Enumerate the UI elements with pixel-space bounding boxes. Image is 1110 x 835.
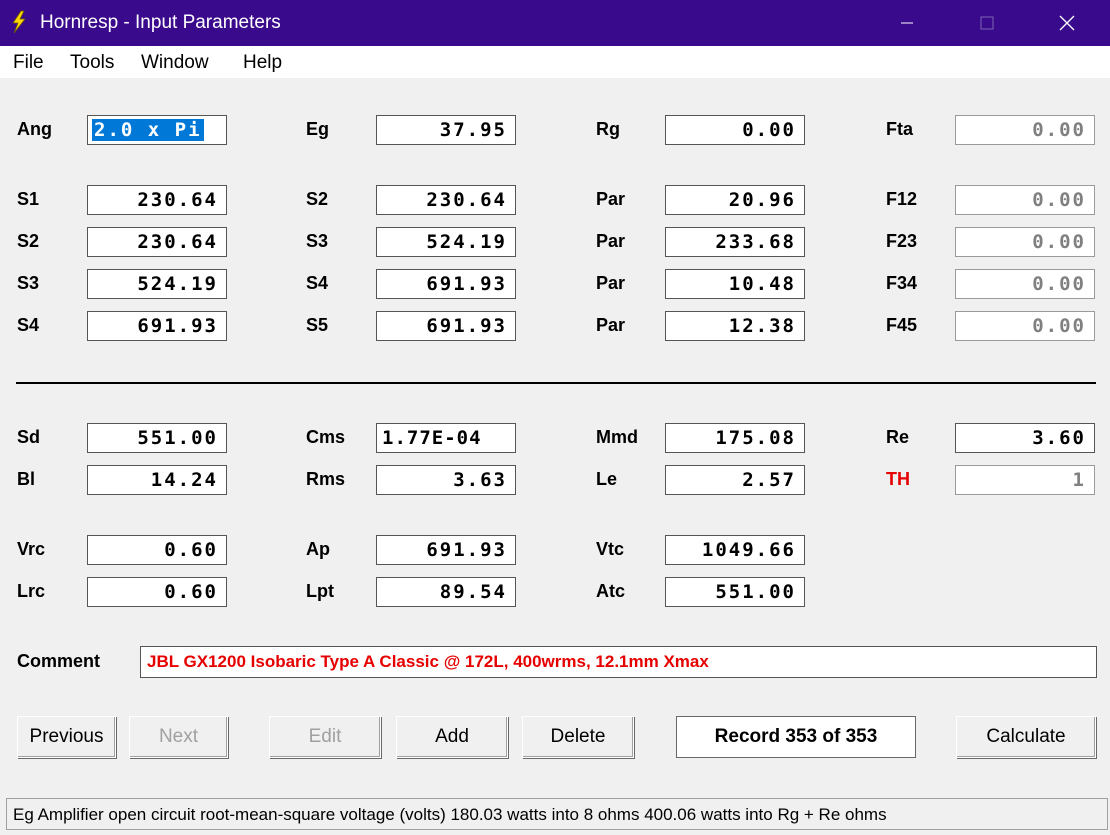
f23-field[interactable]: 0.00	[955, 227, 1095, 257]
par3-label: Par	[596, 273, 626, 293]
f12-label: F12	[886, 189, 918, 209]
s4-row4-field[interactable]: 691.93	[87, 311, 227, 341]
mmd-label: Mmd	[596, 427, 638, 447]
menu-window[interactable]: Window	[141, 52, 209, 74]
f34-label: F34	[886, 273, 918, 293]
atc-field[interactable]: 551.00	[665, 577, 805, 607]
comment-label: Comment	[17, 651, 101, 671]
bl-label: Bl	[17, 469, 35, 489]
s1-label: S1	[17, 189, 40, 209]
s1-field[interactable]: 230.64	[87, 185, 227, 215]
status-bar: Eg Amplifier open circuit root-mean-squa…	[6, 798, 1108, 830]
ang-field[interactable]: 2.0 x Pi	[87, 115, 227, 145]
atc-label: Atc	[596, 581, 626, 601]
edit-button[interactable]: Edit	[269, 716, 381, 758]
eg-field[interactable]: 37.95	[376, 115, 516, 145]
rg-field[interactable]: 0.00	[665, 115, 805, 145]
s5-label: S5	[306, 315, 329, 335]
mmd-field[interactable]: 175.08	[665, 423, 805, 453]
par2-label: Par	[596, 231, 626, 251]
ap-label: Ap	[306, 539, 330, 559]
bl-field[interactable]: 14.24	[87, 465, 227, 495]
vtc-label: Vtc	[596, 539, 625, 559]
rg-label: Rg	[596, 119, 620, 139]
s2-row2-field[interactable]: 230.64	[87, 227, 227, 257]
add-button[interactable]: Add	[396, 716, 508, 758]
menu-help[interactable]: Help	[243, 52, 282, 74]
lrc-label: Lrc	[17, 581, 46, 601]
title-bar: Hornresp - Input Parameters	[0, 0, 1110, 46]
s4-field[interactable]: 691.93	[376, 269, 516, 299]
ang-label: Ang	[17, 119, 52, 139]
vrc-label: Vrc	[17, 539, 46, 559]
s3-field[interactable]: 524.19	[376, 227, 516, 257]
s2-row2-label: S2	[17, 231, 40, 251]
f12-field[interactable]: 0.00	[955, 185, 1095, 215]
delete-button[interactable]: Delete	[522, 716, 634, 758]
s2-label: S2	[306, 189, 329, 209]
ang-value: 2.0 x Pi	[92, 119, 204, 141]
f45-label: F45	[886, 315, 918, 335]
s3-label: S3	[306, 231, 329, 251]
minimize-button[interactable]	[878, 0, 936, 46]
le-label: Le	[596, 469, 618, 489]
par2-field[interactable]: 233.68	[665, 227, 805, 257]
rms-label: Rms	[306, 469, 346, 489]
f34-field[interactable]: 0.00	[955, 269, 1095, 299]
menu-file[interactable]: File	[13, 52, 44, 74]
close-button[interactable]	[1038, 0, 1096, 46]
lpt-label: Lpt	[306, 581, 334, 601]
s3-row3-label: S3	[17, 273, 40, 293]
f23-label: F23	[886, 231, 918, 251]
s2-field[interactable]: 230.64	[376, 185, 516, 215]
lightning-icon	[8, 10, 30, 34]
window-title: Hornresp - Input Parameters	[40, 12, 281, 33]
eg-label: Eg	[306, 119, 330, 139]
par1-field[interactable]: 20.96	[665, 185, 805, 215]
th-label[interactable]: TH	[886, 469, 910, 490]
ap-field[interactable]: 691.93	[376, 535, 516, 565]
comment-field[interactable]: JBL GX1200 Isobaric Type A Classic @ 172…	[140, 646, 1097, 678]
lrc-field[interactable]: 0.60	[87, 577, 227, 607]
vtc-field[interactable]: 1049.66	[665, 535, 805, 565]
re-field[interactable]: 3.60	[955, 423, 1095, 453]
cms-field[interactable]: 1.77E-04	[376, 423, 516, 453]
maximize-button[interactable]	[958, 0, 1016, 46]
par4-label: Par	[596, 315, 626, 335]
s3-row3-field[interactable]: 524.19	[87, 269, 227, 299]
record-indicator: Record 353 of 353	[676, 716, 916, 758]
lpt-field[interactable]: 89.54	[376, 577, 516, 607]
s4-label: S4	[306, 273, 329, 293]
section-divider	[16, 382, 1096, 384]
re-label: Re	[886, 427, 910, 447]
sd-label: Sd	[17, 427, 41, 447]
s4-row4-label: S4	[17, 315, 40, 335]
calculate-button[interactable]: Calculate	[956, 716, 1096, 758]
vrc-field[interactable]: 0.60	[87, 535, 227, 565]
next-button[interactable]: Next	[129, 716, 228, 758]
fta-field[interactable]: 0.00	[955, 115, 1095, 145]
rms-field[interactable]: 3.63	[376, 465, 516, 495]
f45-field[interactable]: 0.00	[955, 311, 1095, 341]
par1-label: Par	[596, 189, 626, 209]
menu-tools[interactable]: Tools	[70, 52, 114, 74]
sd-field[interactable]: 551.00	[87, 423, 227, 453]
le-field[interactable]: 2.57	[665, 465, 805, 495]
th-field[interactable]: 1	[955, 465, 1095, 495]
cms-label: Cms	[306, 427, 346, 447]
s5-field[interactable]: 691.93	[376, 311, 516, 341]
par3-field[interactable]: 10.48	[665, 269, 805, 299]
previous-button[interactable]: Previous	[17, 716, 116, 758]
par4-field[interactable]: 12.38	[665, 311, 805, 341]
menu-bar: File Tools Window Help	[0, 46, 1110, 78]
fta-label: Fta	[886, 119, 913, 139]
